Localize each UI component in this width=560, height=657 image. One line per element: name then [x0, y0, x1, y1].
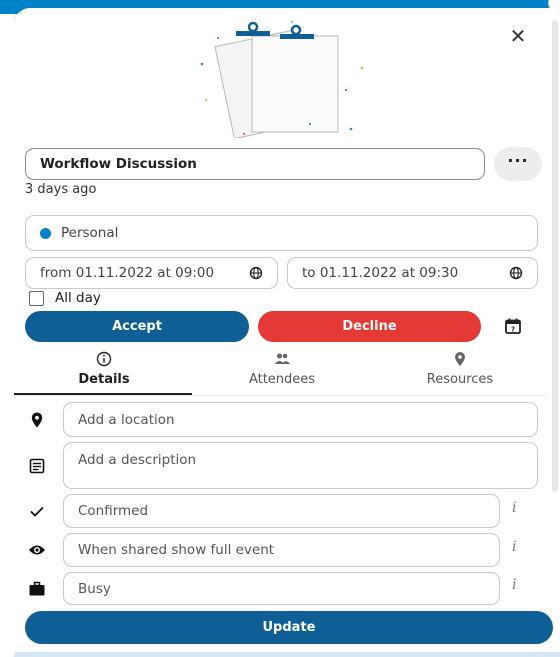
visibility-value: When shared show full event — [78, 542, 275, 558]
start-datetime-picker[interactable]: from 01.11.2022 at 09:00 — [25, 257, 278, 289]
briefcase-icon — [29, 581, 45, 596]
panel-bottom-strip — [14, 652, 560, 657]
modified-ago-text: 3 days ago — [25, 182, 97, 197]
clipboard-illustration — [200, 20, 364, 138]
status-value: Confirmed — [78, 503, 149, 519]
check-icon — [30, 506, 44, 517]
busy-value: Busy — [78, 580, 111, 597]
visibility-info-icon[interactable]: i — [512, 539, 516, 555]
more-actions-button[interactable]: ··· — [494, 147, 542, 181]
tab-attendees-label: Attendees — [248, 372, 316, 387]
text-notes-icon — [29, 458, 45, 474]
more-actions-label: ··· — [507, 151, 529, 170]
description-placeholder: Add a description — [78, 452, 197, 468]
tab-resources-label: Resources — [426, 372, 494, 387]
tab-bar-divider — [14, 395, 546, 396]
map-pin-icon — [455, 352, 465, 366]
start-datetime-text: from 01.11.2022 at 09:00 — [40, 265, 215, 281]
busy-select[interactable]: Busy — [63, 572, 500, 605]
visibility-select[interactable]: When shared show full event — [63, 533, 500, 567]
globe-icon[interactable] — [509, 266, 523, 280]
update-button[interactable]: Update — [25, 611, 553, 644]
tab-details-label: Details — [78, 372, 130, 387]
decline-button[interactable]: Decline — [258, 311, 481, 342]
tab-attendees[interactable]: Attendees — [192, 350, 372, 387]
close-icon[interactable]: ✕ — [506, 24, 530, 48]
all-day-checkbox[interactable] — [29, 290, 44, 306]
active-tab-indicator — [14, 393, 192, 395]
location-pin-icon — [31, 412, 43, 428]
event-title-text: Workflow Discussion — [40, 156, 197, 172]
description-textarea[interactable]: Add a description — [63, 442, 538, 489]
calendar-name: Personal — [61, 225, 119, 241]
end-datetime-text: to 01.11.2022 at 09:30 — [302, 265, 459, 281]
status-select[interactable]: Confirmed — [63, 494, 500, 528]
all-day-label: All day — [55, 290, 101, 306]
event-title-input[interactable]: Workflow Discussion — [25, 148, 485, 180]
tab-details[interactable]: Details — [14, 350, 194, 387]
tab-resources[interactable]: Resources — [370, 350, 550, 387]
panel-scrollbar[interactable] — [552, 20, 558, 492]
accept-button[interactable]: Accept — [25, 311, 249, 342]
left-edge — [0, 14, 14, 657]
location-placeholder: Add a location — [78, 411, 175, 428]
people-icon — [274, 353, 290, 364]
end-datetime-picker[interactable]: to 01.11.2022 at 09:30 — [287, 257, 538, 289]
busy-info-icon[interactable]: i — [512, 577, 516, 593]
globe-icon[interactable] — [249, 266, 263, 280]
info-icon — [96, 351, 112, 367]
svg-text:?: ? — [511, 326, 515, 334]
eye-icon — [29, 545, 45, 555]
calendar-icon[interactable]: ? — [504, 317, 522, 335]
calendar-picker[interactable]: Personal — [25, 215, 538, 251]
calendar-color-dot — [40, 227, 51, 239]
status-info-icon[interactable]: i — [512, 500, 516, 516]
location-input[interactable]: Add a location — [63, 402, 538, 437]
all-day-toggle[interactable]: All day — [29, 290, 101, 306]
